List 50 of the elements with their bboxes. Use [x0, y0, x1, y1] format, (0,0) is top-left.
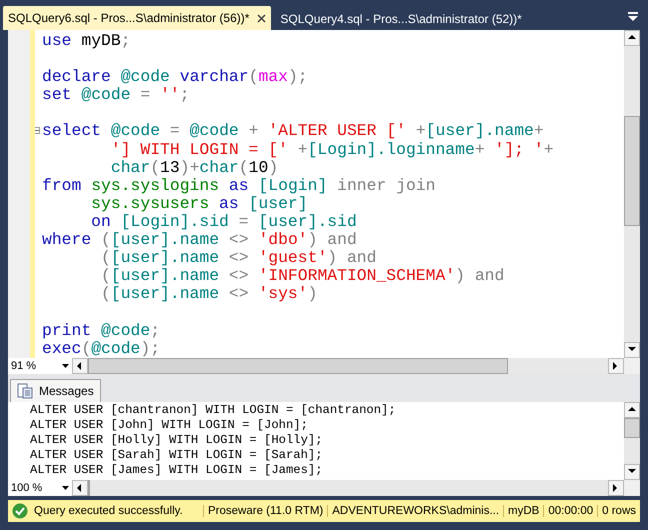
code-line: ([user].name <> 'INFORMATION_SCHEMA') and [100, 266, 504, 286]
collapse-icon[interactable] [35, 127, 40, 134]
code-line: use myDB; [42, 31, 131, 50]
message-line: ALTER USER [John] WITH LOGIN = [John]; [30, 418, 309, 433]
message-line: ALTER USER [chantranon] WITH LOGIN = [chantranon]; [30, 403, 397, 418]
caret-icon [62, 364, 69, 368]
message-line: ALTER USER [Holly] WITH LOGIN = [Holly]; [30, 433, 324, 448]
code-line: declare @code varchar(max); [42, 67, 308, 86]
status-item: 0 rows [597, 505, 640, 517]
status-item: Proseware (11.0 RTM) [203, 505, 328, 517]
status-item: 00:00:00 [543, 505, 598, 517]
message-line: ALTER USER [Sarah] WITH LOGIN = [Sarah]; [30, 448, 324, 463]
caret-icon [62, 486, 69, 490]
code-line: exec(@code); [42, 338, 160, 358]
code-line: ([user].name <> 'sys') [100, 284, 318, 304]
messages-tab[interactable]: Messages [10, 379, 101, 402]
status-item: ADVENTUREWORKS\adminis... [327, 505, 504, 517]
code-line: char(13)+char(10) [110, 158, 278, 177]
horizontal-scrollbar[interactable] [72, 480, 624, 496]
code-line: sys.sysusers as [user] [90, 194, 308, 213]
code-line: select @code = @code + 'ALTER USER [' +[user].name+ [42, 121, 544, 140]
scroll-left-icon [76, 484, 84, 492]
document-tab[interactable]: SQLQuery6.sql - Pros...S\administrator (56))* [3, 6, 272, 30]
code-line: '] WITH LOGIN = [' +[Login].loginname+ ']; '+ [110, 140, 554, 159]
scroll-right-icon [612, 484, 620, 492]
message-line: ALTER USER [James] WITH LOGIN = [James]; [30, 463, 324, 478]
scroll-up-icon [628, 34, 636, 42]
status-message: Query executed successfully. [34, 505, 183, 517]
scroll-down-icon [628, 346, 636, 354]
checkmark-icon [12, 503, 28, 519]
code-line: set @code = ''; [42, 85, 190, 104]
scroll-right-icon [612, 362, 620, 370]
scroll-down-icon [628, 468, 636, 476]
zoom-dropdown[interactable]: 91 % [8, 358, 72, 374]
code-line: where ([user].name <> 'dbo') and [42, 230, 357, 250]
horizontal-scrollbar[interactable] [72, 358, 624, 374]
vertical-scrollbar[interactable] [624, 30, 640, 358]
code-line: print @code; [42, 320, 160, 340]
zoom-dropdown[interactable]: 100 % [8, 480, 72, 496]
document-icon [17, 383, 33, 399]
close-icon[interactable] [257, 14, 266, 22]
scroll-up-icon [628, 406, 636, 414]
vertical-scrollbar[interactable] [624, 402, 640, 480]
scroll-left-icon [76, 362, 84, 370]
document-tab[interactable]: SQLQuery4.sql - Pros...S\administrator (52))* [275, 8, 527, 30]
status-item: myDB [503, 505, 544, 517]
code-line: from sys.syslogins as [Login] inner join [42, 176, 436, 195]
code-line: ([user].name <> 'guest') and [100, 248, 376, 268]
code-line: on [Login].sid = [user].sid [90, 212, 357, 231]
dropdown-icon[interactable] [628, 12, 638, 22]
